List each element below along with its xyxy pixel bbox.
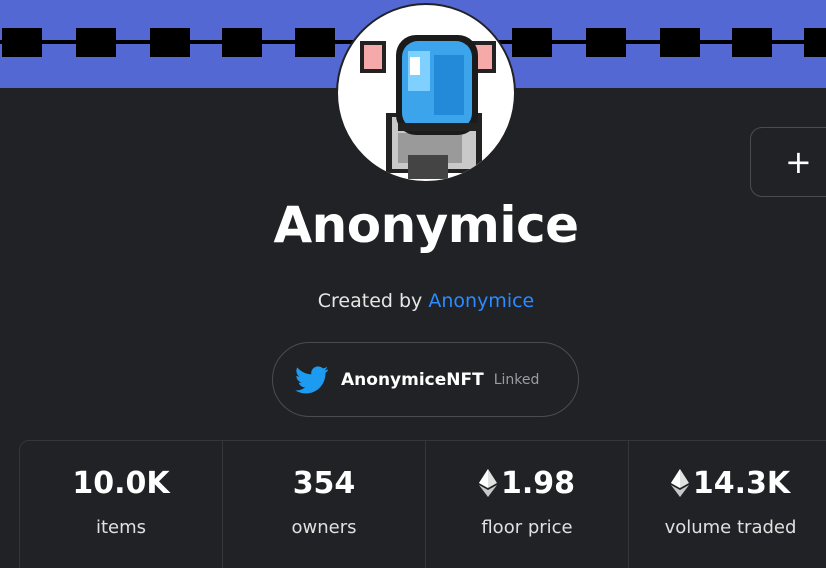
stat-owners[interactable]: 354 owners [223, 441, 426, 568]
stat-value-text: 14.3K [692, 465, 791, 501]
banner-pattern-block [76, 28, 116, 57]
banner-pattern-block [732, 28, 772, 57]
twitter-bird-icon [295, 365, 329, 393]
created-by: Created by Anonymice [0, 290, 826, 312]
banner-pattern-block [512, 28, 552, 57]
stat-value-text: 354 [292, 465, 356, 501]
ethereum-icon [670, 469, 689, 497]
collection-title: Anonymice [273, 196, 579, 254]
twitter-linked-status: Linked [493, 371, 540, 388]
stat-value: 1.98 [426, 463, 628, 503]
add-button[interactable]: + [750, 127, 826, 197]
banner-pattern-block [586, 28, 626, 57]
stat-value-text: 10.0K [72, 465, 170, 501]
banner-pattern-block [295, 28, 335, 57]
collection-avatar[interactable] [336, 3, 516, 183]
banner-pattern-block [222, 28, 262, 57]
creator-link[interactable]: Anonymice [428, 290, 534, 312]
stat-items[interactable]: 10.0K items [20, 441, 223, 568]
pixel-mouse-astronaut-image [360, 35, 496, 179]
plus-icon: + [785, 143, 812, 181]
banner-pattern-block [150, 28, 190, 57]
stat-value: 10.0K [20, 463, 222, 503]
collection-stats: 10.0K items 354 owners 1.98 floor price … [19, 440, 826, 568]
stat-label: owners [291, 517, 357, 538]
stat-label: volume traded [664, 517, 797, 538]
stat-value-text: 1.98 [500, 465, 576, 501]
twitter-handle: AnonymiceNFT [341, 369, 484, 390]
stat-label: floor price [481, 517, 573, 538]
created-by-label: Created by [317, 290, 423, 312]
twitter-link[interactable]: AnonymiceNFT Linked [272, 342, 579, 417]
banner-pattern-block [2, 28, 42, 57]
stat-floor-price[interactable]: 1.98 floor price [426, 441, 629, 568]
banner-pattern-block [660, 28, 700, 57]
stat-volume-traded[interactable]: 14.3K volume traded [629, 441, 826, 568]
banner-pattern-block [804, 28, 826, 57]
ethereum-icon [478, 469, 497, 497]
stat-label: items [95, 517, 147, 538]
stat-value: 354 [223, 463, 425, 503]
stat-value: 14.3K [629, 463, 826, 503]
